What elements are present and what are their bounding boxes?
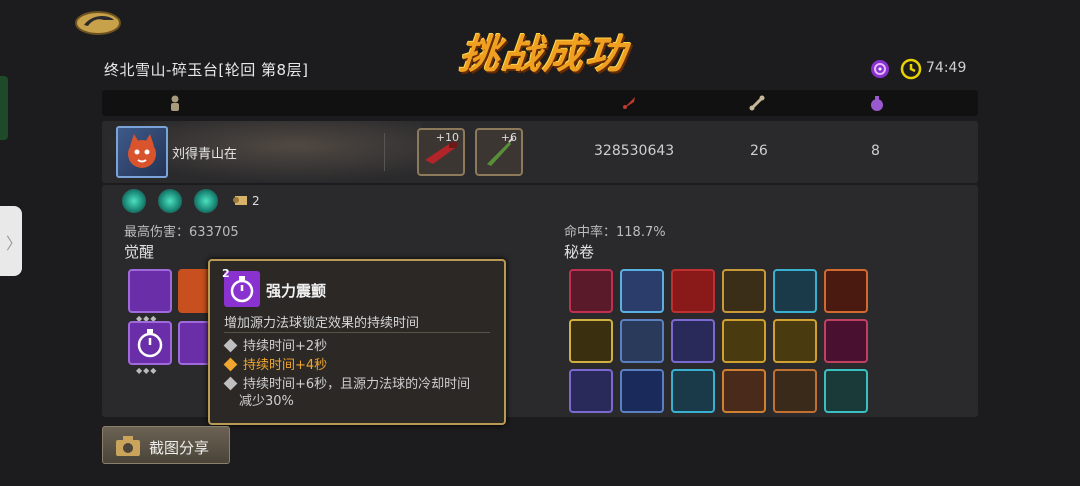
- max-damage: 最高伤害：633705: [124, 225, 239, 240]
- relic-slot[interactable]: [824, 269, 868, 313]
- relic-slot[interactable]: [569, 269, 613, 313]
- relic-slot[interactable]: [671, 269, 715, 313]
- relic-slot[interactable]: [824, 319, 868, 363]
- challenge-success-banner: 挑战成功: [457, 32, 630, 78]
- timer-value: 74:49: [926, 60, 967, 76]
- clock-icon: [900, 58, 922, 80]
- camera-icon: [116, 436, 140, 456]
- player-row: 刘得青山在 +10 +6 328530643 26 8: [102, 121, 978, 183]
- awaken-skill[interactable]: ◆◆◆: [128, 269, 172, 323]
- player-name: 刘得青山在: [172, 147, 238, 162]
- relic-slot[interactable]: [620, 319, 664, 363]
- share-screenshot-button[interactable]: 截图分享: [102, 426, 230, 464]
- tier-line-2: 持续时间+4秒: [223, 357, 327, 374]
- stopwatch-icon: [137, 329, 163, 358]
- buff-icon[interactable]: [194, 189, 218, 213]
- relic-slot[interactable]: [722, 369, 766, 413]
- stats-header: [102, 90, 978, 116]
- tooltip-description: 增加源力法球锁定效果的持续时间: [224, 316, 420, 331]
- scroll-icon: [233, 196, 247, 205]
- potion-count: 8: [871, 143, 880, 159]
- tier-line-3: 持续时间+6秒，且源力法球的冷却时间 减少30%: [223, 376, 470, 410]
- share-label: 截图分享: [149, 439, 210, 457]
- bone-count: 26: [750, 143, 768, 159]
- damage-value: 328530643: [594, 143, 675, 159]
- side-strip: [0, 76, 8, 140]
- avatar[interactable]: [116, 126, 168, 178]
- buff-icon[interactable]: [122, 189, 146, 213]
- back-icon[interactable]: [74, 8, 122, 38]
- weapon-level: +10: [435, 131, 459, 144]
- side-drawer-handle[interactable]: 〉: [0, 206, 22, 276]
- relic-slot[interactable]: [620, 269, 664, 313]
- relic-slot[interactable]: [773, 269, 817, 313]
- relic-slot[interactable]: [671, 319, 715, 363]
- divider: [384, 133, 385, 171]
- awaken-skill[interactable]: ◆◆◆: [128, 321, 172, 375]
- secret-label: 秘卷: [564, 243, 595, 261]
- vortex-icon: [870, 59, 890, 79]
- awaken-label: 觉醒: [124, 243, 155, 261]
- relic-slot[interactable]: [569, 369, 613, 413]
- divider: [224, 332, 490, 333]
- weapon-slot-1[interactable]: +10: [417, 128, 465, 176]
- buff-icon[interactable]: [158, 189, 182, 213]
- weapon-slot-2[interactable]: +6: [475, 128, 523, 176]
- hit-rate: 命中率：118.7%: [564, 225, 666, 240]
- tier-badge: 2: [222, 267, 230, 280]
- player-icon: [171, 95, 179, 111]
- potion-icon: [871, 96, 883, 111]
- damage-icon: [623, 97, 635, 109]
- weapon-level: +6: [500, 131, 517, 144]
- relic-slot[interactable]: [722, 319, 766, 363]
- skill-tooltip: 2 强力震颤 增加源力法球锁定效果的持续时间 持续时间+2秒 持续时间+4秒 持…: [208, 259, 506, 425]
- tooltip-title: 强力震颤: [266, 282, 327, 300]
- relic-slot[interactable]: [773, 319, 817, 363]
- relic-slot[interactable]: [569, 319, 613, 363]
- stage-title: 终北雪山-碎玉台[轮回 第8层]: [104, 61, 309, 79]
- relic-slot[interactable]: [671, 369, 715, 413]
- scroll-count: 2: [252, 194, 260, 208]
- relic-slot[interactable]: [824, 369, 868, 413]
- relic-slot[interactable]: [722, 269, 766, 313]
- bone-icon: [749, 95, 765, 111]
- relic-slot[interactable]: [620, 369, 664, 413]
- relic-slot[interactable]: [773, 369, 817, 413]
- tier-line-1: 持续时间+2秒: [223, 338, 327, 355]
